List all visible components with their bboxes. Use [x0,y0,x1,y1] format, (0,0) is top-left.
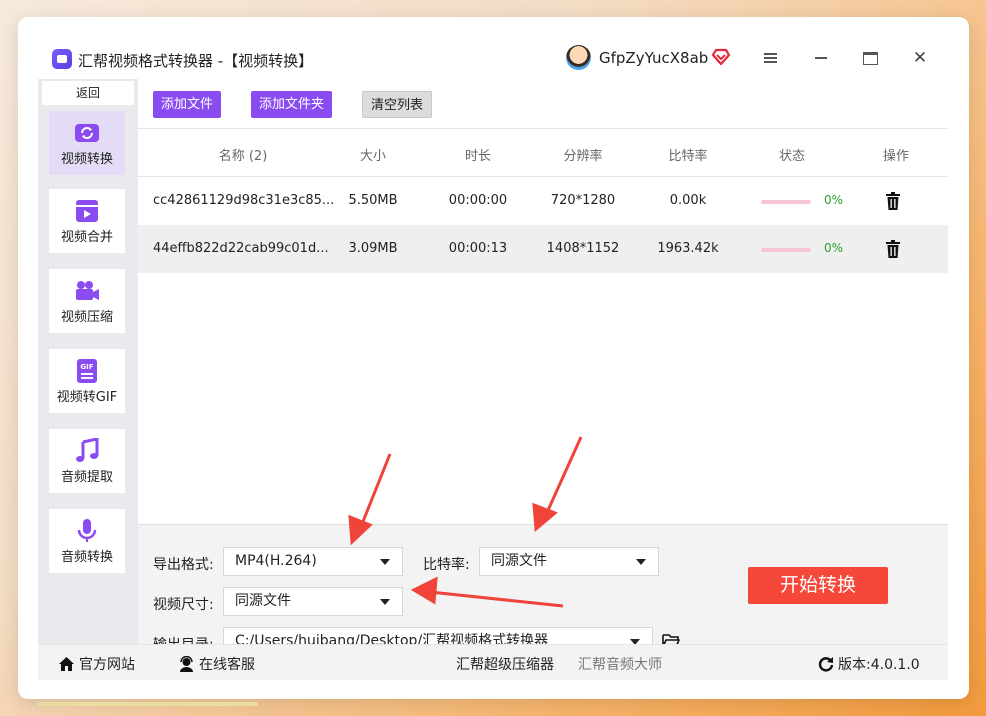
version-info: 版本:4.0.1.0 [818,654,920,674]
file-bitrate: 0.00k [669,193,707,208]
column-header-size: 大小 [359,149,386,164]
support-link[interactable]: 在线客服 [178,654,255,674]
close-button[interactable]: ✕ [907,45,933,71]
background-stripe [38,702,258,706]
trash-icon[interactable] [885,192,901,210]
progress-bar [761,248,811,252]
column-header-name: 名称 (2) [218,149,268,164]
website-label: 官方网站 [79,657,135,673]
column-header-duration: 时长 [464,149,491,164]
sidebar-item-label: 音频转换 [60,550,113,565]
menu-button[interactable] [757,45,783,71]
chevron-down-icon [636,559,646,565]
table-row[interactable]: 44effb822d22cab99c01d... 3.09MB 00:00:13… [138,225,948,273]
sidebar-item-video-to-gif[interactable]: GIF 视频转GIF [49,349,125,413]
file-table: 名称 (2) 大小 时长 分辨率 比特率 状态 操作 cc42861129d98… [138,129,948,524]
file-resolution: 1408*1152 [546,241,620,256]
minimize-button[interactable] [808,45,834,71]
video-size-select[interactable]: 同源文件 [223,587,403,616]
export-format-label: 导出格式: [153,557,214,573]
gif-icon: GIF [77,359,97,383]
sidebar: 返回 视频转换 视频合并 视频压缩 GIF 视频转GIF 音频提取 音频转换 [38,79,138,644]
hamburger-icon [763,51,777,65]
add-file-button[interactable]: 添加文件 [153,91,222,118]
version-label: 版本:4.0.1.0 [838,657,920,673]
progress-bar [761,200,811,204]
column-header-bitrate: 比特率 [668,149,708,164]
minimize-icon [815,57,827,59]
sidebar-item-video-compress[interactable]: 视频压缩 [49,269,125,333]
sidebar-item-label: 视频合并 [60,230,113,245]
output-settings-panel: 导出格式: MP4(H.264) 比特率: 同源文件 视频尺寸: 同源文件 输出… [138,524,948,656]
sidebar-item-audio-convert[interactable]: 音频转换 [49,509,125,573]
export-format-select[interactable]: MP4(H.264) [223,547,403,576]
file-size: 5.50MB [348,193,398,208]
video-merge-icon [76,200,98,222]
progress-percent: 0% [824,193,844,207]
home-icon [59,657,74,671]
sidebar-item-label: 音频提取 [60,470,113,485]
sidebar-item-label: 视频转GIF [56,390,118,405]
sidebar-item-audio-extract[interactable]: 音频提取 [49,429,125,493]
support-label: 在线客服 [199,657,255,673]
start-convert-button[interactable]: 开始转换 [748,567,888,604]
sidebar-item-label: 视频转换 [60,152,113,167]
progress-percent: 0% [824,241,844,255]
sidebar-item-video-convert[interactable]: 视频转换 [49,111,125,175]
title-bar: 汇帮视频格式转换器 -【视频转换】 GfpZyYucX8ab ✕ [18,17,969,79]
file-size: 3.09MB [348,241,398,256]
compressor-link[interactable]: 汇帮超级压缩器 [456,654,554,674]
column-header-actions: 操作 [882,149,909,164]
chevron-down-icon [380,559,390,565]
file-resolution: 720*1280 [550,193,616,208]
column-header-status: 状态 [778,149,805,164]
video-size-label: 视频尺寸: [153,597,214,613]
footer: 官方网站 在线客服 汇帮超级压缩器 汇帮音频大师 版本:4.0.1.0 [38,644,948,680]
clear-list-button[interactable]: 清空列表 [362,91,433,118]
add-folder-button[interactable]: 添加文件夹 [251,91,333,118]
table-row[interactable]: cc42861129d98c31e3c85... 5.50MB 00:00:00… [138,177,948,225]
refresh-icon[interactable] [818,656,834,672]
app-title: 汇帮视频格式转换器 -【视频转换】 [78,52,314,70]
file-duration: 00:00:00 [448,193,508,208]
file-name: 44effb822d22cab99c01d... [153,241,329,256]
music-note-icon [76,438,99,462]
website-link[interactable]: 官方网站 [58,654,135,674]
customer-service-icon [180,656,193,672]
username[interactable]: GfpZyYucX8ab [599,49,708,67]
sidebar-item-label: 视频压缩 [60,310,113,325]
chevron-down-icon [380,599,390,605]
maximize-icon [862,51,878,65]
file-bitrate: 1963.42k [657,241,719,256]
column-header-resolution: 分辨率 [563,149,603,164]
microphone-icon [77,519,97,542]
close-icon: ✕ [912,48,928,68]
bitrate-select[interactable]: 同源文件 [479,547,659,576]
avatar[interactable] [566,45,591,70]
trash-icon[interactable] [885,240,901,258]
toolbar: 添加文件 添加文件夹 清空列表 [138,79,948,129]
video-convert-icon [75,124,99,142]
maximize-button[interactable] [857,45,883,71]
audio-master-link[interactable]: 汇帮音频大师 [578,654,662,674]
file-name: cc42861129d98c31e3c85... [153,193,335,208]
sidebar-item-video-merge[interactable]: 视频合并 [49,189,125,253]
file-duration: 00:00:13 [448,241,508,256]
back-button[interactable]: 返回 [42,81,134,105]
app-logo-icon [52,49,72,69]
app-window: 汇帮视频格式转换器 -【视频转换】 GfpZyYucX8ab ✕ 返回 视频转换… [18,17,969,699]
video-compress-icon [76,281,99,300]
table-header: 名称 (2) 大小 时长 分辨率 比特率 状态 操作 [138,129,948,177]
vip-heart-icon[interactable] [711,47,731,65]
export-format-value: MP4(H.264) [235,553,317,569]
video-size-value: 同源文件 [235,593,291,609]
svg-text:GIF: GIF [80,363,93,371]
bitrate-label: 比特率: [423,557,470,573]
bitrate-value: 同源文件 [491,553,547,569]
